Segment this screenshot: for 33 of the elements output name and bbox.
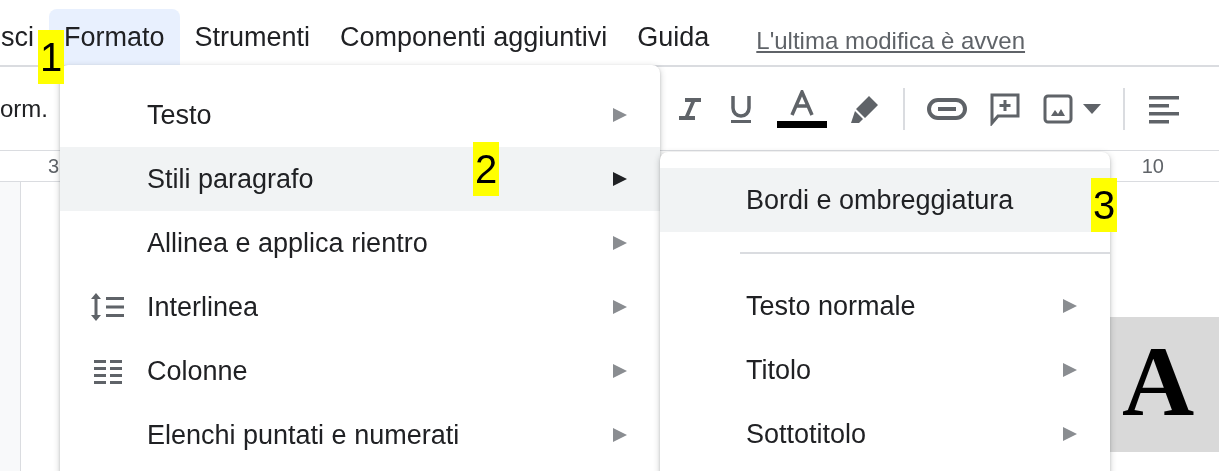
submenu-arrow-icon [612,427,628,443]
submenu-arrow-icon [1062,298,1078,314]
last-edit-link[interactable]: L'ultima modifica è avven [756,26,1026,55]
submenu-arrow-icon [612,107,628,123]
submenu-arrow-icon [612,363,628,379]
link-icon[interactable] [927,96,967,121]
submenu-arrow-icon [612,299,628,315]
menu-item[interactable]: Elenchi puntati e numerati [60,403,660,467]
caret-icon[interactable] [1083,103,1101,114]
submenu-arrow-icon [612,235,628,251]
menu-tab[interactable]: Guida [622,9,725,65]
step-number-label: 3 [1091,178,1118,232]
image-icon[interactable] [1043,93,1073,124]
ruler-number: 10 [1141,154,1164,178]
add-comment-icon[interactable] [989,91,1021,126]
menu-item[interactable]: Titolo [660,338,1110,402]
submenu-arrow-icon [1062,362,1078,378]
menu-item[interactable]: Colonne [60,339,660,403]
menu-tab[interactable]: Strumenti [179,9,326,65]
menu-tab[interactable]: sci [0,9,34,65]
menu-item[interactable]: Testo normale [660,274,1110,338]
text-color-icon[interactable] [777,89,827,128]
submenu-arrow-icon [612,171,628,187]
menu-item[interactable]: Allinea e applica rientro [60,211,660,275]
menu-item[interactable]: Interlinea [60,275,660,339]
ruler-number: 3 [48,154,60,178]
menu-tab[interactable]: Componenti aggiuntivi [325,9,623,65]
menu-item[interactable]: Sottotitolo [660,402,1110,466]
style-dropdown-text[interactable]: orm. [0,94,60,123]
submenu-arrow-icon [1062,426,1078,442]
step-number-label: 1 [38,30,65,84]
step-number-label: 2 [473,142,500,196]
document-text: A [1110,317,1219,452]
